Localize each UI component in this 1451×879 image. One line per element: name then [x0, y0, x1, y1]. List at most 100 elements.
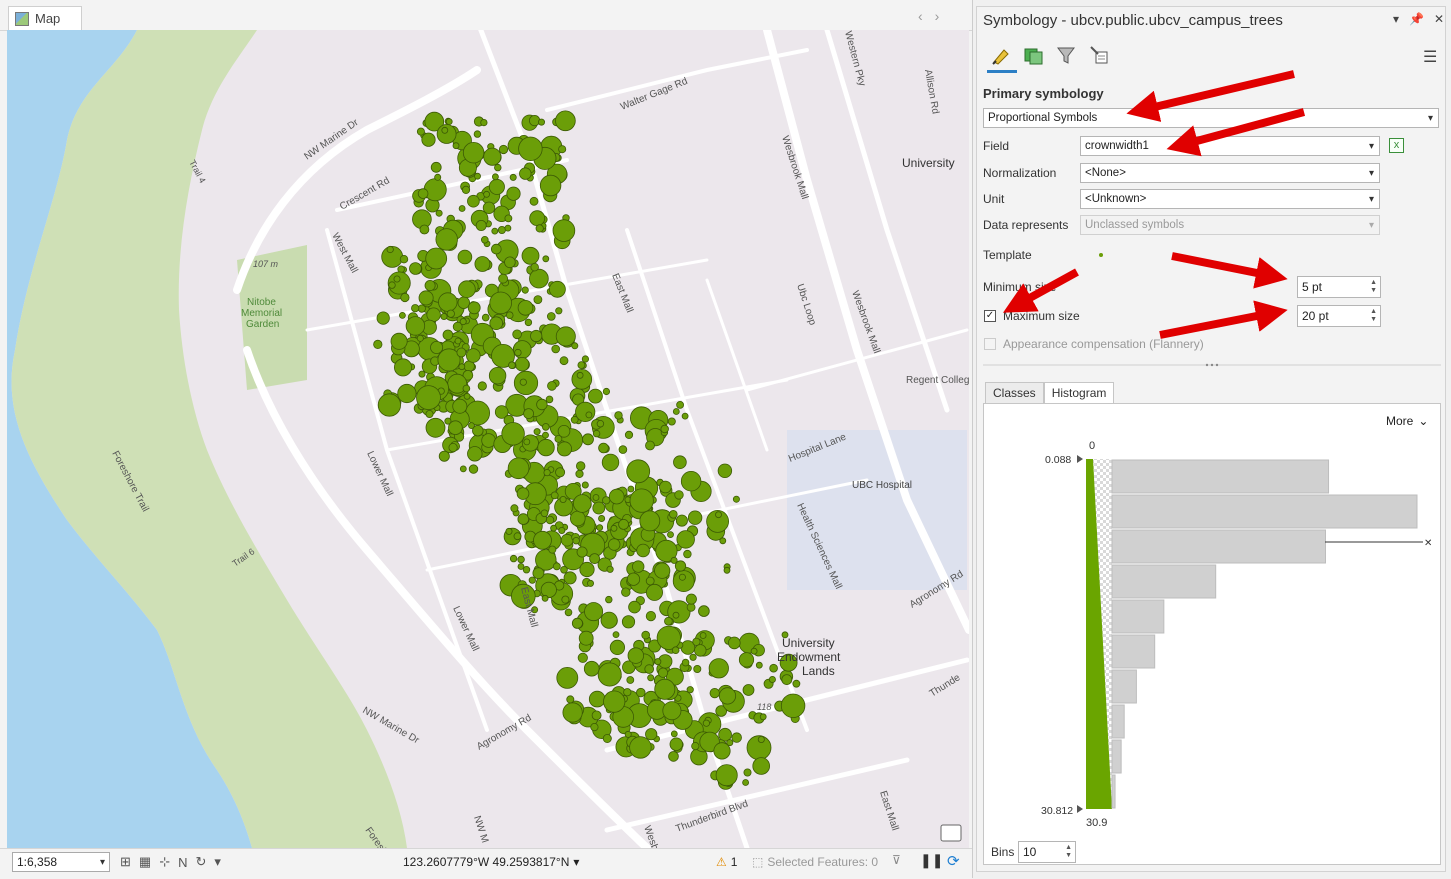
- tree-symbol: [438, 450, 450, 462]
- snapping-icon[interactable]: ⊹: [159, 854, 170, 870]
- tree-symbol: [671, 646, 680, 654]
- tree-symbol: [516, 487, 530, 500]
- tree-symbol: [674, 490, 684, 500]
- basemap: NW Marine Dr Walter Gage Rd Crescent Rd …: [7, 30, 969, 848]
- tree-symbol: [489, 291, 513, 315]
- chevron-down-icon[interactable]: ▾: [214, 854, 221, 870]
- filter-icon[interactable]: ⊽: [892, 853, 901, 867]
- tree-symbol: [636, 543, 650, 558]
- selected-features-indicator[interactable]: ⬚ Selected Features: 0: [752, 852, 878, 872]
- tree-symbol: [521, 246, 540, 265]
- tree-symbol: [468, 464, 479, 474]
- tree-symbol: [641, 630, 650, 640]
- more-button[interactable]: More ⌄: [1386, 414, 1428, 428]
- tree-symbol: [416, 334, 424, 342]
- tree-symbol: [425, 417, 446, 438]
- tree-symbol: [647, 674, 655, 682]
- close-icon[interactable]: ✕: [1434, 12, 1444, 26]
- tab-map[interactable]: Map: [8, 6, 82, 30]
- tree-symbol: [507, 457, 530, 480]
- tree-symbol: [672, 611, 680, 619]
- tree-symbol: [538, 118, 546, 126]
- tree-symbol: [592, 501, 606, 515]
- label-elevation-118: 118: [757, 702, 771, 712]
- tree-symbol: [539, 174, 562, 197]
- tree-symbol: [559, 356, 569, 366]
- tree-symbol: [509, 173, 517, 181]
- tree-symbol: [425, 247, 448, 270]
- chevron-left-icon[interactable]: ‹: [918, 8, 923, 26]
- tree-symbol: [517, 555, 525, 564]
- tree-symbol: [585, 411, 593, 419]
- rotate-icon[interactable]: ↻: [196, 854, 207, 870]
- tree-symbol: [576, 371, 584, 379]
- pause-drawing-button[interactable]: ❚❚: [920, 852, 943, 870]
- chevron-right-icon[interactable]: ›: [935, 8, 940, 26]
- tree-symbol: [491, 227, 499, 235]
- grid-icon[interactable]: ▦: [139, 854, 151, 870]
- chevron-down-icon: ▾: [99, 856, 105, 868]
- tab-histogram[interactable]: Histogram: [1043, 382, 1115, 403]
- scale-select[interactable]: 1:6,358 ▾: [12, 852, 110, 872]
- tree-symbol: [418, 290, 434, 306]
- map-canvas[interactable]: NW Marine Dr Walter Gage Rd Crescent Rd …: [7, 30, 969, 848]
- tree-symbol: [719, 537, 727, 545]
- tree-symbol: [399, 254, 409, 264]
- north-arrow-icon[interactable]: N: [178, 855, 187, 870]
- tree-symbol: [727, 636, 741, 650]
- tree-symbol: [667, 417, 676, 426]
- tree-symbol: [519, 167, 532, 180]
- histogram-bar: [1111, 634, 1156, 669]
- tree-symbol: [482, 201, 496, 215]
- tree-symbol: [461, 185, 471, 194]
- tree-symbol: [578, 630, 594, 646]
- histogram-chart[interactable]: 0 0.088 30.812 30.9 ✕: [983, 430, 1441, 835]
- chevron-down-icon: ▾: [1368, 193, 1374, 205]
- tree-symbol: [629, 488, 654, 513]
- pin-icon[interactable]: 📌: [1409, 12, 1424, 26]
- tree-symbol: [467, 301, 481, 315]
- tree-symbol: [373, 339, 383, 349]
- stepper-icon[interactable]: ▲ ▼: [1065, 844, 1072, 860]
- bins-input[interactable]: 10 ▲ ▼: [1018, 841, 1076, 863]
- options-dropdown-icon[interactable]: ▾: [1393, 12, 1399, 26]
- refresh-button[interactable]: ⟳: [947, 852, 965, 870]
- expression-builder-icon[interactable]: x: [1389, 138, 1404, 153]
- histogram-bar: [1111, 459, 1330, 494]
- tree-symbol: [709, 687, 720, 699]
- tree-symbol: [583, 660, 600, 677]
- tree-symbol: [657, 667, 669, 678]
- warning-indicator[interactable]: ⚠ 1: [716, 852, 737, 872]
- tree-symbol: [592, 429, 601, 438]
- tree-symbol: [792, 679, 801, 688]
- tree-symbol: [393, 275, 401, 283]
- tree-symbol: [530, 329, 543, 343]
- tree-symbol: [576, 461, 586, 471]
- tree-symbol: [510, 504, 519, 513]
- panel-splitter[interactable]: [983, 362, 1441, 368]
- tree-symbol: [456, 347, 467, 358]
- tree-symbol: [405, 316, 426, 336]
- tree-symbol: [481, 433, 496, 448]
- tree-symbol: [685, 593, 697, 605]
- tree-symbol: [533, 530, 552, 550]
- stepper-icon[interactable]: ▲ ▼: [1370, 308, 1377, 324]
- menu-icon[interactable]: ☰: [1423, 47, 1437, 67]
- tree-symbol: [530, 262, 539, 272]
- tree-symbol: [465, 348, 481, 363]
- tree-symbol: [488, 367, 507, 385]
- tab-classes[interactable]: Classes: [985, 382, 1044, 403]
- remove-marker-icon: ✕: [1424, 538, 1432, 549]
- histogram-min-label: 0.088: [1045, 454, 1071, 466]
- stepper-icon[interactable]: ▲ ▼: [1370, 279, 1377, 295]
- tree-symbol: [576, 546, 588, 558]
- add-grid-icon[interactable]: ⊞: [120, 854, 131, 870]
- tree-symbol: [528, 576, 536, 584]
- histogram-bar: [1111, 774, 1116, 809]
- tree-symbol: [557, 441, 573, 457]
- annotation-arrow-checkbox: [1002, 268, 1079, 313]
- tree-symbol: [467, 446, 483, 462]
- coordinate-readout[interactable]: 123.2607779°W 49.2593817°N ▾: [403, 852, 579, 872]
- tree-symbol: [545, 515, 555, 525]
- histogram-bars: [1111, 459, 1418, 809]
